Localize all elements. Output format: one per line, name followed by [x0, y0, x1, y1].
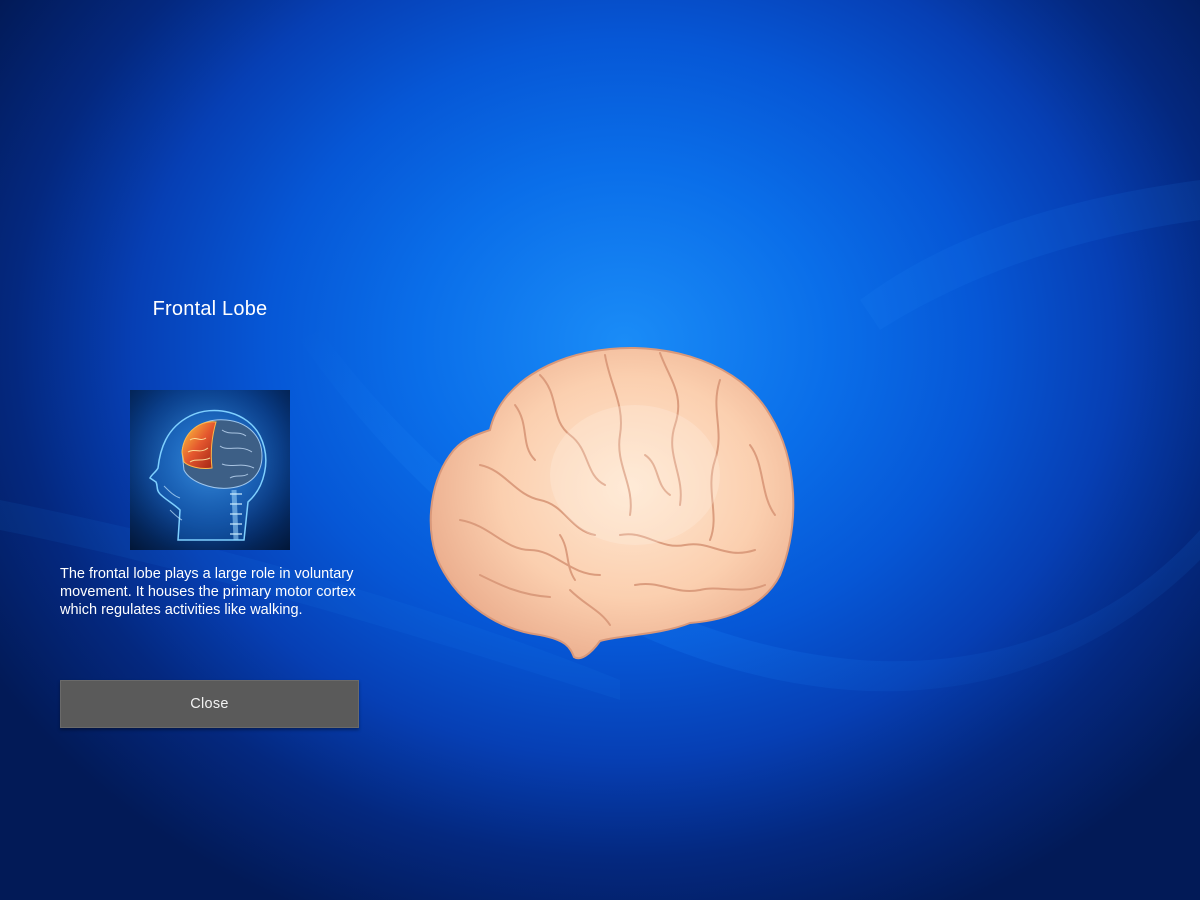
head-brain-illustration	[130, 390, 290, 550]
close-button[interactable]: Close	[60, 680, 359, 728]
panel-description: The frontal lobe plays a large role in v…	[60, 566, 356, 618]
panel-title: Frontal Lobe	[152, 298, 268, 320]
brain-3d-model[interactable]	[420, 335, 810, 665]
